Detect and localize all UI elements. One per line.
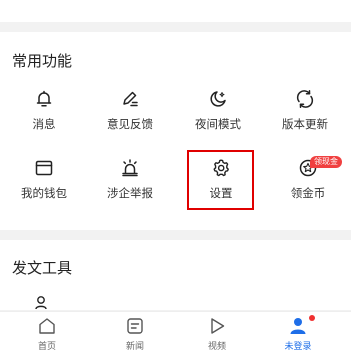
function-item-enterprise-report[interactable]: 涉企举报 (92, 158, 168, 208)
tab-label: 首页 (37, 342, 56, 352)
news-icon (125, 316, 145, 336)
function-label: 涉企举报 (107, 186, 153, 200)
publish-tools-section: 发文工具 (0, 240, 351, 310)
tab-label: 未登录 (284, 342, 312, 352)
tab-profile[interactable]: 未登录 (268, 312, 328, 353)
function-label: 意见反馈 (107, 117, 153, 131)
function-item-night-mode[interactable]: 夜间模式 (180, 89, 256, 139)
function-label: 夜间模式 (195, 117, 241, 131)
function-item-messages[interactable]: 消息 (6, 89, 82, 139)
top-card-edge (0, 0, 351, 22)
function-item-feedback[interactable]: 意见反馈 (92, 89, 168, 139)
tab-news[interactable]: 新闻 (105, 312, 165, 353)
function-item-wallet[interactable]: 我的钱包 (6, 158, 82, 208)
profile-page: 常用功能 消息 意见反馈 夜间模式 版本更新 我的钱包 涉企举报 设置 领金币 … (0, 0, 351, 353)
cash-reward-badge: 领现金 (310, 156, 342, 168)
function-label: 版本更新 (282, 117, 328, 131)
person-icon[interactable] (34, 294, 48, 310)
section-title-publish-tools: 发文工具 (12, 259, 73, 277)
bell-icon (34, 89, 54, 109)
bottom-tab-bar: 首页 新闻 视频 未登录 (0, 311, 351, 353)
tab-home[interactable]: 首页 (17, 312, 77, 353)
notification-dot (309, 315, 315, 321)
user-icon (288, 316, 308, 336)
tab-label: 新闻 (125, 342, 144, 352)
tab-video[interactable]: 视频 (187, 312, 247, 353)
wallet-icon (34, 158, 54, 178)
function-label: 我的钱包 (21, 186, 67, 200)
section-title-common-functions: 常用功能 (12, 52, 73, 70)
function-label: 领金币 (290, 186, 326, 200)
moon-icon (208, 89, 228, 109)
function-label: 消息 (32, 117, 56, 131)
common-functions-section: 常用功能 消息 意见反馈 夜间模式 版本更新 我的钱包 涉企举报 设置 领金币 … (0, 32, 351, 230)
play-icon (207, 316, 227, 336)
settings-highlight-box (187, 150, 254, 210)
tab-label: 视频 (207, 342, 226, 352)
home-icon (37, 316, 57, 336)
function-item-version-update[interactable]: 版本更新 (267, 89, 343, 139)
refresh-icon (295, 89, 315, 109)
alarm-icon (120, 158, 140, 178)
pen-icon (120, 89, 140, 109)
